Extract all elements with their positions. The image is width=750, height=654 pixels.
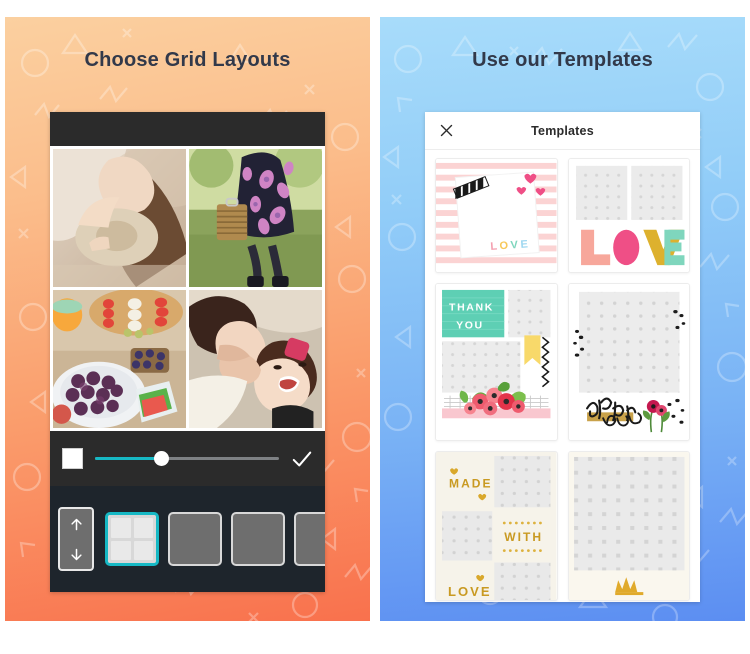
photo-cell-2[interactable]	[189, 149, 322, 287]
border-size-slider[interactable]	[95, 449, 279, 469]
template-card-thank-you-mint-floral[interactable]: THANK YOU	[435, 283, 558, 441]
layout-tile	[236, 517, 280, 540]
panel-choose-grid-layouts: Choose Grid Layouts	[5, 17, 370, 621]
layout-tile	[196, 532, 217, 546]
layout-tile	[251, 542, 265, 561]
svg-text:MADE: MADE	[449, 477, 493, 491]
layout-thumb-partial[interactable]	[294, 512, 325, 566]
svg-text:WITH: WITH	[504, 530, 543, 544]
confirm-check-icon[interactable]	[291, 448, 313, 470]
svg-text:L: L	[490, 241, 498, 253]
editor-border-toolbar	[50, 431, 325, 486]
layout-scroll-buttons[interactable]	[58, 507, 94, 571]
sheet-title: Templates	[531, 123, 594, 138]
svg-text:O: O	[499, 240, 509, 252]
layout-tile	[299, 517, 320, 538]
promo-screenshot: Choose Grid Layouts Use our Templates Te…	[0, 0, 750, 654]
template-card-made-with-love-gold[interactable]: MADE WITH LOVE	[435, 451, 558, 601]
svg-text:LOVE: LOVE	[448, 584, 492, 599]
layout-tile	[196, 548, 217, 561]
layout-tile	[133, 540, 153, 560]
slider-knob[interactable]	[154, 451, 170, 466]
template-card-gold-crown-dots[interactable]	[567, 451, 690, 601]
close-icon[interactable]	[439, 123, 454, 138]
layout-tile	[322, 517, 325, 538]
layout-thumb-left-plus-three[interactable]	[168, 512, 222, 566]
photo-collage-grid	[50, 146, 325, 431]
template-row: MADE WITH LOVE	[435, 451, 690, 601]
svg-text:YOU: YOU	[456, 320, 484, 331]
page-title-left: Choose Grid Layouts	[84, 49, 291, 71]
page-title-right: Use our Templates	[472, 49, 653, 71]
photo-cell-4[interactable]	[189, 290, 322, 428]
slider-fill	[95, 457, 162, 460]
template-card-pink-stripes-love[interactable]: LO VE	[435, 158, 558, 273]
layout-tile	[196, 517, 217, 530]
photo-cell-1[interactable]	[53, 149, 186, 287]
layout-thumbnail-strip[interactable]	[103, 512, 325, 566]
editor-top-bar	[50, 112, 325, 146]
template-card-thank-you-script-poppies[interactable]	[567, 283, 690, 441]
arrow-down-icon[interactable]	[69, 547, 84, 562]
layout-tile	[111, 518, 131, 538]
templates-header: Templates	[425, 112, 700, 150]
layout-tile	[173, 517, 194, 561]
layout-tile	[299, 540, 320, 561]
arrow-up-icon[interactable]	[69, 517, 84, 532]
svg-text:THANK: THANK	[449, 303, 494, 314]
layout-picker-bar	[50, 486, 325, 592]
layout-tile	[236, 542, 249, 561]
panel-use-our-templates: Use our Templates Templates L O V E THAN…	[380, 17, 745, 621]
template-card-love-block-letters[interactable]	[567, 158, 690, 273]
border-color-swatch[interactable]	[62, 448, 83, 469]
template-row: LO VE	[435, 158, 690, 273]
layout-thumb-2x2[interactable]	[105, 512, 159, 566]
layout-tile	[267, 542, 280, 561]
photo-cell-3[interactable]	[53, 290, 186, 428]
template-row: THANK YOU	[435, 283, 690, 441]
layout-tile	[322, 540, 325, 561]
layout-thumb-top-plus-three[interactable]	[231, 512, 285, 566]
layout-tile	[111, 540, 131, 560]
templates-sheet: Templates L O V E THANK YOU MADE WITH LO…	[425, 112, 700, 602]
templates-scroll-area[interactable]: LO VE THANK YOU MADE WITH LOVE	[425, 150, 700, 602]
svg-text:E: E	[520, 238, 528, 250]
photo-editor-window	[50, 112, 325, 592]
layout-tile	[133, 518, 153, 538]
